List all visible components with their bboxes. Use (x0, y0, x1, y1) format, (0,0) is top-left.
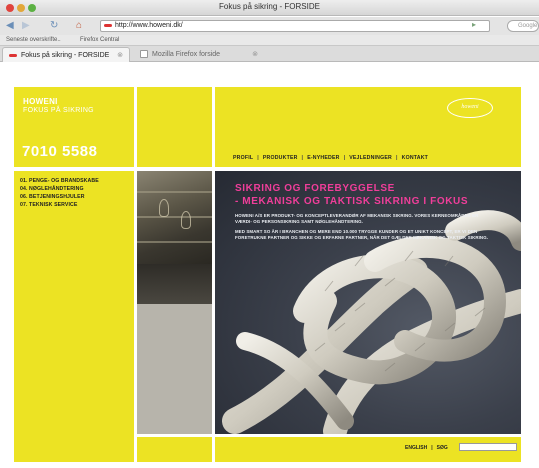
menu-item-profil[interactable]: PROFIL (233, 155, 253, 161)
footer-bar: ENGLISH | SØG (215, 437, 521, 462)
tab-mozilla-forside[interactable]: Mozilla Firefox forside ⊗ (134, 47, 264, 62)
hero-paragraph-details: MED SMART SO ÅR I BRANCHEN OG MERE END 1… (235, 229, 489, 240)
header-spacer (137, 87, 212, 167)
shop-floor-photo (137, 264, 212, 304)
menu-item-vejledninger[interactable]: VEJLEDNINGER (349, 155, 392, 161)
brand-tagline: FOKUS PÅ SIKRING (23, 107, 94, 114)
footer-separator: | (431, 445, 433, 451)
hero-heading-primary: SIKRING OG FOREBYGGELSE (235, 183, 395, 194)
sidebar-item-penge-og-brandskabe[interactable]: 01. PENGE- OG BRANDSKABE (20, 177, 99, 185)
home-icon[interactable]: ⌂ (76, 20, 82, 32)
close-tab-icon[interactable]: ⊗ (117, 48, 123, 63)
footer-links: ENGLISH | SØG (405, 445, 448, 451)
tab-strip: Fokus på sikring - FORSIDE ⊗ Mozilla Fir… (0, 46, 539, 62)
address-bar[interactable]: http://www.howeni.dk/ (100, 20, 490, 32)
site-favicon-icon (9, 54, 17, 57)
bookmark-latest-headlines[interactable]: Seneste overskrifte.. (6, 35, 61, 46)
language-link-english[interactable]: ENGLISH (405, 445, 427, 451)
footer-spacer (137, 437, 212, 462)
gray-panel (137, 304, 212, 434)
close-tab-icon[interactable]: ⊗ (252, 47, 258, 62)
site-search-input[interactable] (459, 443, 517, 451)
tab-label: Fokus på sikring - FORSIDE (21, 52, 110, 59)
page-icon (140, 50, 148, 58)
hero-heading-secondary: - MEKANISK OG TAKTISK SIKRING I FOKUS (235, 196, 469, 207)
url-text: http://www.howeni.dk/ (115, 22, 183, 29)
menu-separator: | (343, 155, 346, 161)
rope-knot-image (222, 210, 521, 434)
shop-interior-photo (137, 171, 212, 264)
main-menu: PROFIL | PRODUKTER | E-NYHEDER | VEJLEDNINGER |… (233, 155, 428, 161)
sidebar-item-teknisk-service[interactable]: 07. TEKNISK SERVICE (20, 201, 99, 209)
tab-label: Mozilla Firefox forside (152, 51, 221, 58)
window-title: Fokus på sikring - FORSIDE (219, 2, 320, 11)
bookmarks-toolbar: Seneste overskrifte.. Firefox Central (0, 35, 539, 46)
reload-icon[interactable]: ↻ (50, 20, 58, 32)
menu-item-e-nyheder[interactable]: E-NYHEDER (307, 155, 339, 161)
product-sidebar: 01. PENGE- OG BRANDSKABE 04. NØGLEHÅNDTE… (14, 171, 134, 462)
sidebar-item-noeglehaandtering[interactable]: 04. NØGLEHÅNDTERING (20, 185, 99, 193)
navigation-toolbar: ◀ ▶ ↻ ⌂ http://www.howeni.dk/ ▸ Google (0, 17, 539, 35)
menu-separator: | (301, 155, 304, 161)
header-bar: howeni PROFIL | PRODUKTER | E-NYHEDER | VEJLED… (215, 87, 521, 167)
back-arrow-icon[interactable]: ◀ (6, 20, 14, 32)
tab-fokus-forside[interactable]: Fokus på sikring - FORSIDE ⊗ (2, 47, 130, 62)
sidebar-item-betjeningshjuler[interactable]: 06. BETJENINGSHJULER (20, 193, 99, 201)
hero-banner: SIKRING OG FOREBYGGELSE - MEKANISK OG TA… (215, 171, 521, 434)
website: HOWENI FOKUS PÅ SIKRING 7010 5588 howeni… (14, 87, 521, 462)
search-label: SØG (436, 445, 448, 451)
forward-arrow-icon[interactable]: ▶ (22, 20, 30, 32)
go-arrow-icon[interactable]: ▸ (472, 20, 476, 29)
site-favicon-icon (104, 24, 112, 27)
menu-item-produkter[interactable]: PRODUKTER (263, 155, 298, 161)
bookmark-firefox-central[interactable]: Firefox Central (80, 35, 119, 46)
menu-item-kontakt[interactable]: KONTAKT (402, 155, 428, 161)
brand-block[interactable]: HOWENI FOKUS PÅ SIKRING 7010 5588 (14, 87, 134, 167)
title-bar: Fokus på sikring - FORSIDE (0, 0, 539, 16)
phone-number: 7010 5588 (22, 143, 98, 160)
search-input[interactable]: Google (507, 20, 539, 32)
menu-separator: | (257, 155, 259, 161)
brand-name: HOWENI (23, 97, 58, 106)
menu-separator: | (395, 155, 398, 161)
company-logo[interactable]: howeni (447, 98, 493, 118)
hero-paragraph-intro: HOWENI A/S ER PRODUKT- OG KONCEPTLEVERAN… (235, 213, 479, 224)
page-viewport: HOWENI FOKUS PÅ SIKRING 7010 5588 howeni… (0, 62, 539, 468)
